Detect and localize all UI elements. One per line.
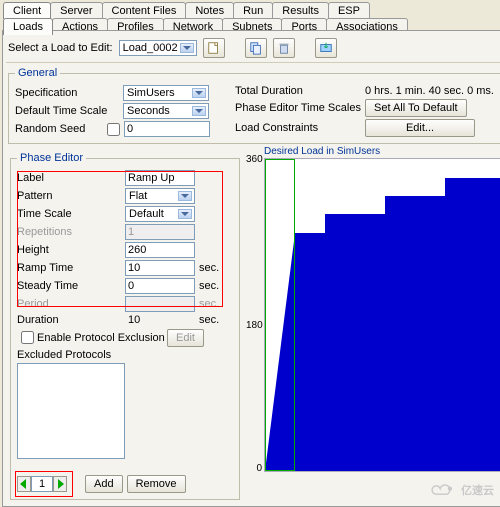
excluded-protocols-label: Excluded Protocols: [17, 349, 233, 361]
random-seed-input[interactable]: [124, 121, 210, 137]
tab-top-client[interactable]: Client: [3, 2, 51, 19]
pattern-select[interactable]: Flat: [125, 188, 195, 204]
excluded-protocols-list[interactable]: [17, 363, 125, 459]
desired-load-chart: Desired Load in SimUsers 360 180 0: [246, 148, 500, 504]
delete-icon[interactable]: [273, 38, 295, 58]
chart-ymid: 180: [246, 320, 262, 331]
random-seed-checkbox[interactable]: [107, 123, 120, 136]
height-label: Height: [17, 244, 125, 256]
enable-protocol-exclusion-label: Enable Protocol Exclusion: [37, 332, 167, 344]
enable-protocol-exclusion-checkbox[interactable]: [21, 331, 34, 344]
default-time-scale-select[interactable]: Seconds: [123, 103, 209, 119]
load-select[interactable]: Load_0002: [119, 40, 197, 56]
steady-time-label: Steady Time: [17, 280, 125, 292]
general-group: General SpecificationSimUsers Default Ti…: [8, 67, 500, 144]
tab-top-run[interactable]: Run: [233, 2, 273, 19]
period-label: Period: [17, 298, 125, 310]
duration-label: Duration: [17, 314, 125, 326]
duration-unit: sec.: [199, 314, 219, 326]
height-input[interactable]: [125, 242, 195, 258]
specification-label: Specification: [15, 87, 123, 99]
remove-phase-button[interactable]: Remove: [127, 475, 186, 493]
protocol-exclusion-edit-button[interactable]: Edit: [167, 329, 204, 347]
edit-constraints-button[interactable]: Edit...: [365, 119, 475, 137]
time-scale-label: Time Scale: [17, 208, 125, 220]
watermark: 亿速云: [429, 481, 494, 499]
ramp-time-input[interactable]: [125, 260, 195, 276]
tab-sub-loads[interactable]: Loads: [3, 18, 53, 35]
tab-top-server[interactable]: Server: [50, 2, 102, 19]
total-duration-value: 0 hrs. 1 min. 40 sec. 0 ms.: [365, 85, 494, 97]
tab-top-esp[interactable]: ESP: [328, 2, 370, 19]
phase-editor-group: Phase Editor Label PatternFlat Time Scal…: [10, 152, 240, 500]
phase-editor-legend: Phase Editor: [17, 152, 86, 164]
chart-ymax: 360: [246, 154, 262, 165]
phase-editor-time-scales-label: Phase Editor Time Scales: [235, 102, 365, 114]
phase-next-button[interactable]: [53, 476, 67, 492]
copy-icon[interactable]: [245, 38, 267, 58]
chart-ymin: 0: [246, 463, 262, 474]
phase-label-label: Label: [17, 172, 125, 184]
add-phase-button[interactable]: Add: [85, 475, 123, 493]
default-time-scale-label: Default Time Scale: [15, 105, 123, 117]
repetitions-label: Repetitions: [17, 226, 125, 238]
tab-top-content-files[interactable]: Content Files: [102, 2, 187, 19]
total-duration-label: Total Duration: [235, 85, 365, 97]
new-load-icon[interactable]: [203, 38, 225, 58]
export-icon[interactable]: [315, 38, 337, 58]
specification-select[interactable]: SimUsers: [123, 85, 209, 101]
period-input: [125, 296, 195, 312]
phase-label-input[interactable]: [125, 170, 195, 186]
steady-time-input[interactable]: [125, 278, 195, 294]
select-load-label: Select a Load to Edit:: [8, 42, 113, 54]
tab-top-results[interactable]: Results: [272, 2, 329, 19]
phase-index-input[interactable]: [31, 476, 53, 492]
steady-time-unit: sec.: [199, 280, 219, 292]
duration-value: 10: [125, 314, 195, 326]
period-unit: sec.: [199, 298, 219, 310]
repetitions-input: [125, 224, 195, 240]
tab-top-notes[interactable]: Notes: [185, 2, 234, 19]
general-legend: General: [15, 67, 60, 79]
load-constraints-label: Load Constraints: [235, 122, 365, 134]
ramp-time-unit: sec.: [199, 262, 219, 274]
chart-title: Desired Load in SimUsers: [264, 146, 380, 157]
phase-prev-button[interactable]: [17, 476, 31, 492]
ramp-time-label: Ramp Time: [17, 262, 125, 274]
set-all-default-button[interactable]: Set All To Default: [365, 99, 467, 117]
time-scale-select[interactable]: Default: [125, 206, 195, 222]
pattern-label: Pattern: [17, 190, 125, 202]
